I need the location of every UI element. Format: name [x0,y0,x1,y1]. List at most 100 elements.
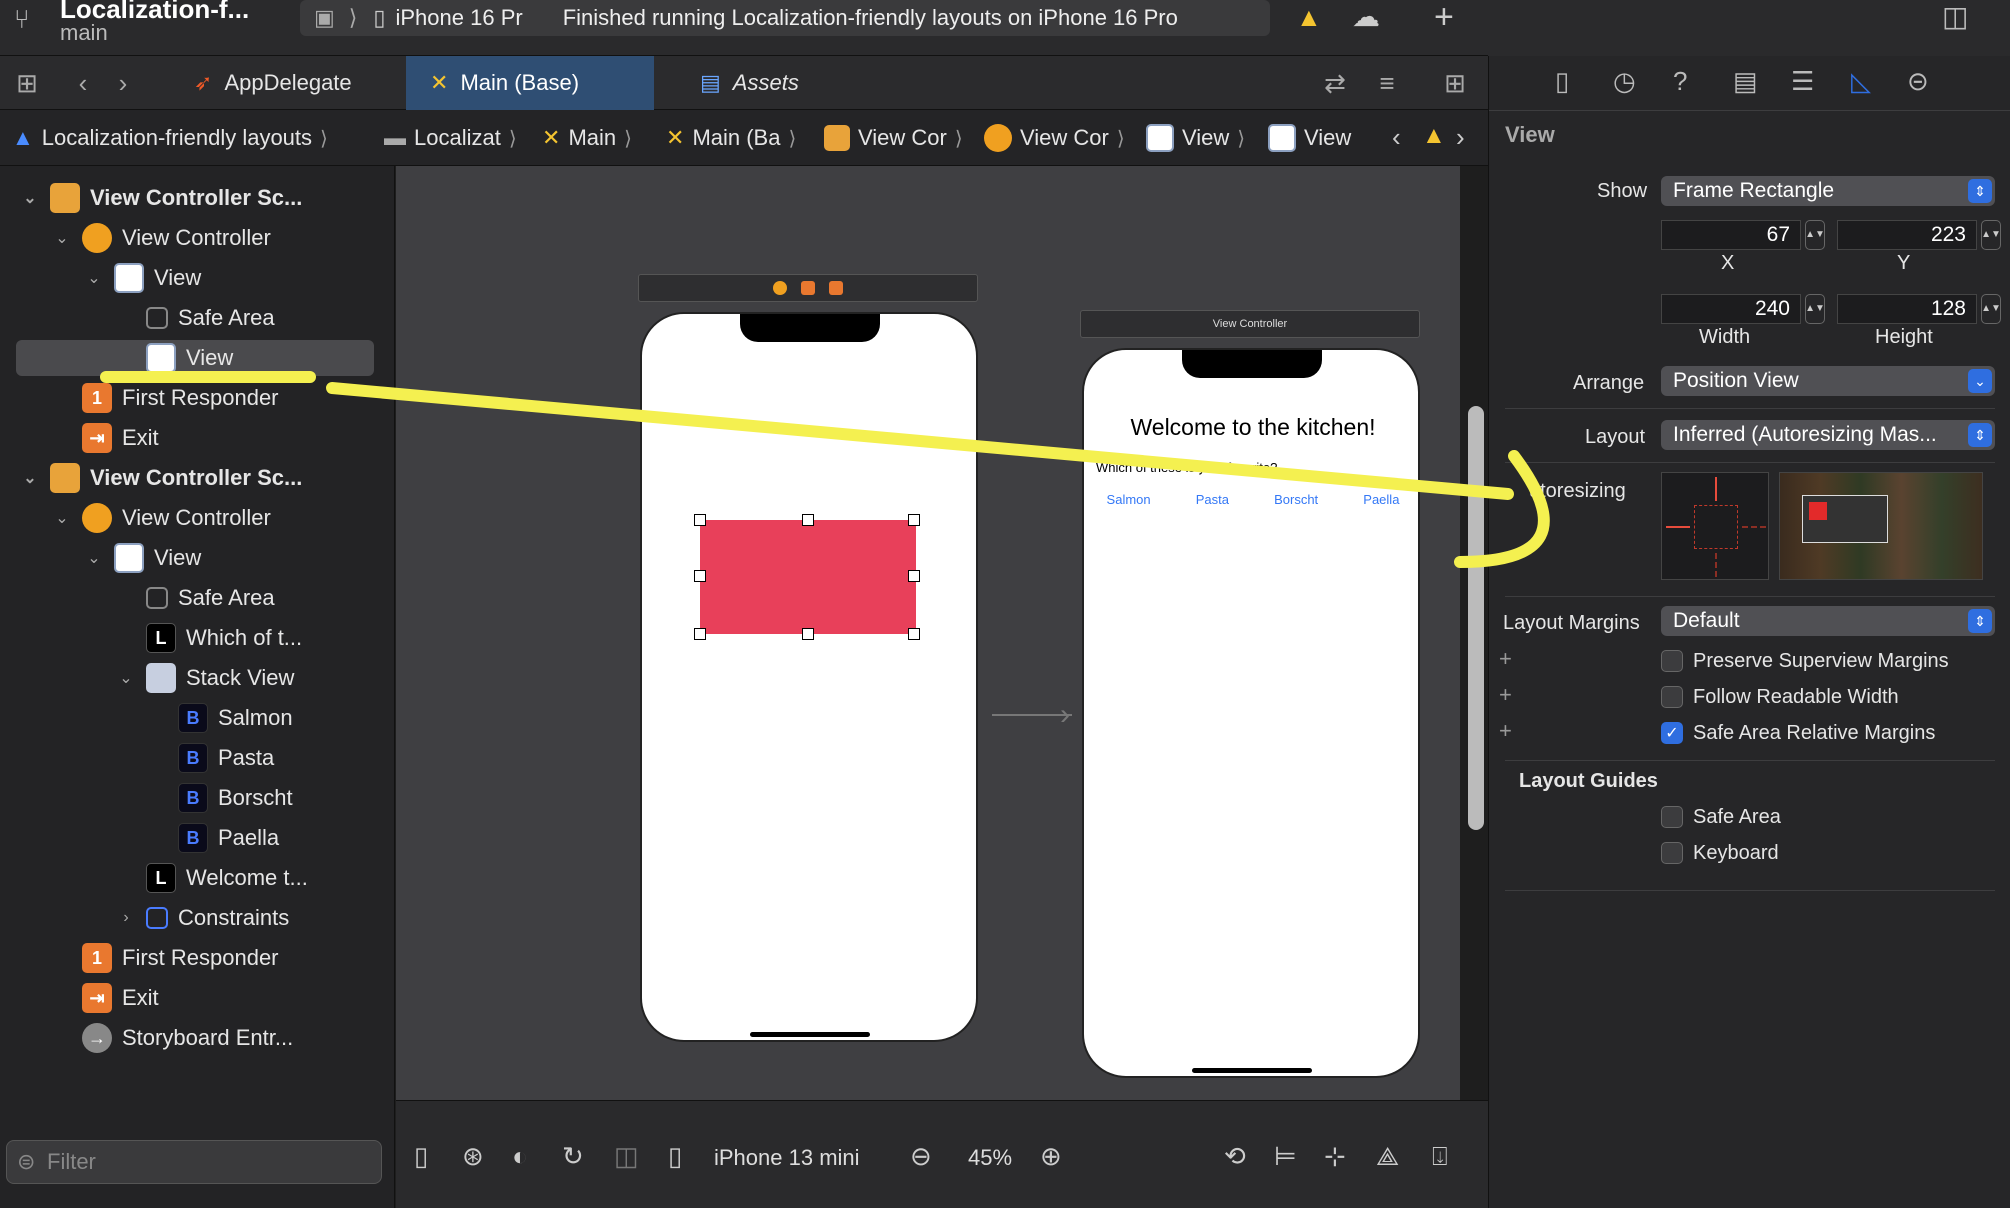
outline-button-salmon[interactable]: B Salmon [148,700,293,736]
add-icon[interactable]: + [1434,0,1454,37]
breadcrumb-folder[interactable]: ▬ Localizat ⟩ [384,110,517,166]
first-responder-icon[interactable] [801,281,815,295]
add-constraints-icon[interactable]: ⊹ [1324,1141,1346,1172]
selected-view[interactable] [700,520,916,634]
update-frames-icon[interactable]: ⟲ [1224,1141,1246,1172]
breadcrumb-view-controller[interactable]: View Cor ⟩ [984,110,1125,166]
resize-handle[interactable] [802,628,814,640]
disclosure-open-icon[interactable]: ⌄ [20,188,40,208]
resize-handle[interactable] [694,628,706,640]
add-editor-icon[interactable]: ⊞ [1440,68,1470,98]
y-field[interactable]: 223 [1837,220,1977,250]
keyboard-guide-checkbox[interactable] [1661,842,1683,864]
tab-main-base[interactable]: ✕ Main (Base) [406,56,654,110]
disclosure-open-icon[interactable]: ⌄ [116,668,136,688]
plus-icon[interactable]: + [1499,682,1512,708]
readable-width-checkbox[interactable] [1661,686,1683,708]
tab-assets[interactable]: ▤ Assets [676,56,856,110]
cloud-icon[interactable]: ☁ [1352,0,1380,33]
resize-handle[interactable] [908,570,920,582]
appearance-icon[interactable]: ◐ [512,1141,528,1172]
zoom-in-icon[interactable]: ⊕ [1040,1141,1062,1172]
scene-dock-2[interactable]: View Controller [1080,310,1420,338]
outline-button-borscht[interactable]: B Borscht [148,780,293,816]
vertical-scrollbar[interactable] [1468,406,1484,830]
breadcrumb-project[interactable]: ▲ Localization-friendly layouts ⟩ [12,110,328,166]
outline-first-responder-2[interactable]: 1 First Responder [52,940,279,976]
right-strut[interactable] [1742,526,1766,528]
help-inspector-icon[interactable]: ? [1673,66,1687,97]
orientation-icon[interactable]: ↻ [562,1141,584,1172]
outline-label-question[interactable]: L Which of t... [116,620,302,656]
embed-icon[interactable]: ⍗ [1432,1141,1448,1173]
next-issue-icon[interactable]: › [1456,122,1465,153]
back-icon[interactable]: ‹ [68,68,98,98]
toggle-inspector-icon[interactable]: ◫ [1942,0,1968,33]
size-inspector-icon[interactable]: ◺ [1851,66,1871,97]
zoom-out-icon[interactable]: ⊖ [910,1141,932,1172]
width-stepper[interactable]: ▲▼ [1805,294,1825,324]
paella-button[interactable]: Paella [1363,492,1399,507]
x-stepper[interactable]: ▲▼ [1805,220,1825,250]
top-strut[interactable] [1715,477,1717,501]
outline-first-responder-1[interactable]: 1 First Responder [52,380,279,416]
device-frame-2[interactable]: Welcome to the kitchen! Which of these i… [1082,348,1420,1078]
file-inspector-icon[interactable]: ▯ [1555,66,1569,97]
previous-issue-icon[interactable]: ‹ [1392,122,1401,153]
outline-button-paella[interactable]: B Paella [148,820,279,856]
breadcrumb-main[interactable]: ✕ Main ⟩ [542,110,632,166]
breadcrumb-subview[interactable]: View [1268,110,1351,166]
outline-stack-view[interactable]: ⌄ Stack View [116,660,294,696]
autoresizing-mask-editor[interactable] [1661,472,1769,580]
outline-view-controller-2[interactable]: ⌄ View Controller [52,500,271,536]
accessibility-icon[interactable]: ⊛ [462,1141,484,1172]
device-frame-1[interactable] [640,312,978,1042]
history-inspector-icon[interactable]: ◷ [1613,66,1636,97]
resolve-issues-icon[interactable]: ⟁ [1376,1141,1399,1173]
resize-handle[interactable] [694,514,706,526]
outline-scene-2[interactable]: ⌄ View Controller Sc... [20,460,302,496]
disclosure-closed-icon[interactable]: › [116,909,136,927]
layout-margins-popup[interactable]: Default ⇕ [1661,606,1995,636]
outline-constraints[interactable]: › Constraints [116,900,289,936]
outline-view-controller-1[interactable]: ⌄ View Controller [52,220,271,256]
disclosure-open-icon[interactable]: ⌄ [20,468,40,488]
view-controller-icon[interactable] [773,281,787,295]
show-popup[interactable]: Frame Rectangle ⇕ [1661,176,1995,206]
breadcrumb-scene[interactable]: View Cor ⟩ [824,110,963,166]
exit-icon[interactable] [829,281,843,295]
outline-scene-1[interactable]: ⌄ View Controller Sc... [20,180,302,216]
welcome-label[interactable]: Welcome to the kitchen! [1084,414,1418,441]
salmon-button[interactable]: Salmon [1107,492,1151,507]
toggle-outline-icon[interactable]: ▯ [414,1141,428,1172]
size-class-icon[interactable]: ◫ [614,1141,639,1172]
disclosure-open-icon[interactable]: ⌄ [52,228,72,248]
disclosure-open-icon[interactable]: ⌄ [52,508,72,528]
outline-view-2[interactable]: ⌄ View [84,540,201,576]
outline-exit-2[interactable]: ⇥ Exit [52,980,159,1016]
warning-icon[interactable]: ▲ [1296,2,1322,33]
grid-icon[interactable]: ⊞ [12,68,42,98]
filter-input[interactable]: ⊜ Filter [6,1140,382,1184]
connections-inspector-icon[interactable]: ⊝ [1907,66,1929,97]
outline-button-pasta[interactable]: B Pasta [148,740,274,776]
question-label[interactable]: Which of these is your favorite? [1096,460,1412,478]
tab-appdelegate[interactable]: ➶ AppDelegate [170,56,406,110]
resize-handle[interactable] [908,628,920,640]
y-stepper[interactable]: ▲▼ [1981,220,2001,250]
attributes-inspector-icon[interactable]: ☰ [1791,66,1814,97]
width-field[interactable]: 240 [1661,294,1801,324]
disclosure-open-icon[interactable]: ⌄ [84,268,104,288]
borscht-button[interactable]: Borscht [1274,492,1318,507]
storyboard-canvas[interactable]: › View Controller Welcome to the kitchen… [396,166,1484,1124]
forward-icon[interactable]: › [108,68,138,98]
resize-handle[interactable] [694,570,706,582]
resize-handle[interactable] [908,514,920,526]
zoom-level[interactable]: 45% [968,1145,1012,1171]
outline-exit-1[interactable]: ⇥ Exit [52,420,159,456]
pasta-button[interactable]: Pasta [1196,492,1229,507]
preserve-margins-checkbox[interactable] [1661,650,1683,672]
x-field[interactable]: 67 [1661,220,1801,250]
height-stepper[interactable]: ▲▼ [1981,294,2001,324]
arrange-popup[interactable]: Position View ⌄ [1661,366,1995,396]
